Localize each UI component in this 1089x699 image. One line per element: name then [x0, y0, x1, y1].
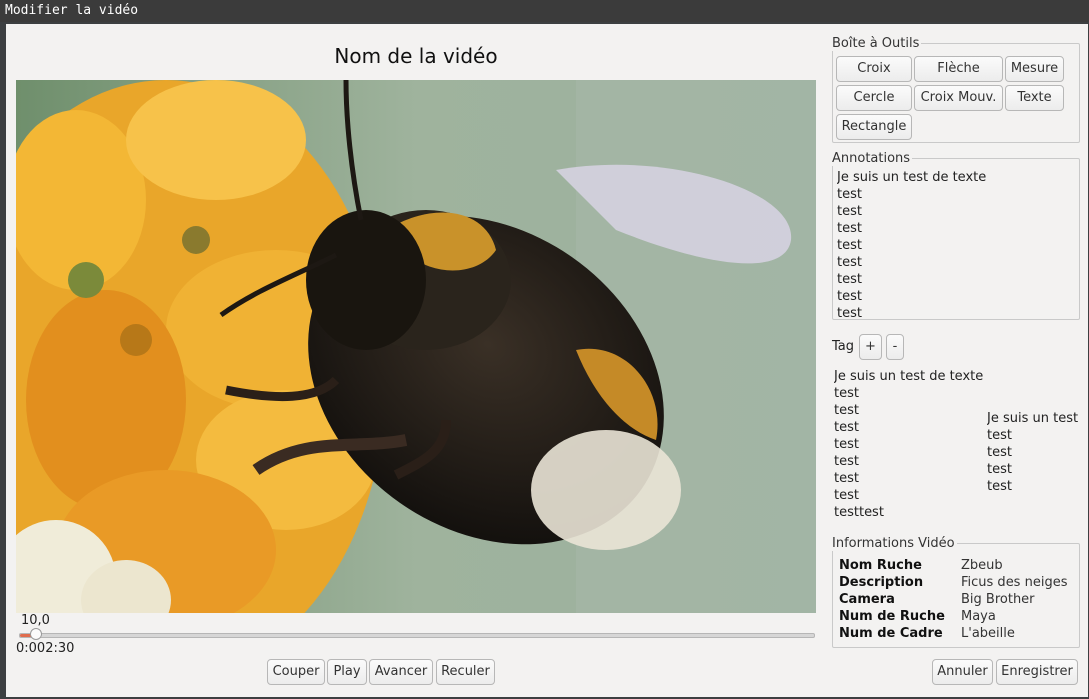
tool-moving-cross-button[interactable]: Croix Mouv.: [914, 85, 1003, 111]
tag-item[interactable]: test: [834, 487, 984, 504]
annotation-item[interactable]: test: [837, 186, 1077, 203]
back-button[interactable]: Reculer: [436, 659, 495, 685]
tag-item[interactable]: test: [834, 385, 984, 402]
tool-measure-button[interactable]: Mesure: [1005, 56, 1064, 82]
info-key: Camera: [839, 592, 895, 607]
tag-item[interactable]: test: [834, 436, 984, 453]
info-value: Ficus des neiges: [961, 575, 1068, 590]
annotation-item[interactable]: test: [837, 220, 1077, 237]
slider-handle[interactable]: [29, 628, 42, 640]
slider-value-label: 10,0: [21, 613, 50, 628]
tag-item[interactable]: test: [987, 478, 1085, 495]
annotation-item[interactable]: test: [837, 305, 1077, 319]
tool-cross-button[interactable]: Croix: [836, 56, 912, 82]
tag-item[interactable]: test: [834, 470, 984, 487]
info-key: Description: [839, 575, 924, 590]
info-value: Zbeub: [961, 558, 1003, 573]
bee-on-flower-image: [16, 80, 816, 613]
tag-item[interactable]: Je suis un test de texte: [834, 368, 984, 385]
tag-item[interactable]: test: [834, 419, 984, 436]
annotations-title: Annotations: [832, 151, 913, 166]
tag-list-left[interactable]: Je suis un test de texte test test test …: [834, 368, 984, 517]
annotation-item[interactable]: test: [837, 237, 1077, 254]
annotation-item[interactable]: test: [837, 288, 1077, 305]
edit-video-window: Nom de la vidéo 10,0 0:002:30 Couper Pla…: [6, 24, 1088, 697]
annotation-item[interactable]: Je suis un test de texte: [837, 169, 1077, 186]
video-frame[interactable]: [16, 80, 816, 613]
annotations-list[interactable]: Je suis un test de texte test test test …: [837, 169, 1077, 319]
forward-button[interactable]: Avancer: [369, 659, 433, 685]
tag-item[interactable]: testtest: [834, 504, 984, 517]
time-label: 0:002:30: [16, 641, 75, 656]
info-key: Nom Ruche: [839, 558, 922, 573]
play-button[interactable]: Play: [327, 659, 367, 685]
tag-item[interactable]: test: [987, 461, 1085, 478]
annotation-item[interactable]: test: [837, 271, 1077, 288]
tag-label: Tag: [832, 339, 855, 354]
tag-list-right[interactable]: Je suis un test test test test test: [987, 410, 1085, 500]
remove-tag-button[interactable]: -: [886, 334, 904, 360]
tool-rectangle-button[interactable]: Rectangle: [836, 114, 912, 140]
save-button[interactable]: Enregistrer: [996, 659, 1078, 685]
tool-circle-button[interactable]: Cercle: [836, 85, 912, 111]
tag-item[interactable]: test: [834, 453, 984, 470]
cut-button[interactable]: Couper: [267, 659, 325, 685]
window-title: Modifier la vidéo: [0, 0, 1089, 22]
tag-item[interactable]: test: [987, 444, 1085, 461]
tag-item[interactable]: test: [987, 427, 1085, 444]
tag-item[interactable]: test: [834, 402, 984, 419]
video-info-panel: Informations Vidéo Nom Ruche Zbeub Descr…: [832, 536, 1080, 648]
video-info-title: Informations Vidéo: [832, 536, 957, 551]
cancel-button[interactable]: Annuler: [932, 659, 993, 685]
info-value: Maya: [961, 609, 996, 624]
tag-item[interactable]: Je suis un test: [987, 410, 1085, 427]
annotation-item[interactable]: test: [837, 254, 1077, 271]
info-key: Num de Cadre: [839, 626, 943, 641]
info-value: Big Brother: [961, 592, 1035, 607]
annotation-item[interactable]: test: [837, 203, 1077, 220]
video-position-slider[interactable]: [19, 628, 815, 640]
add-tag-button[interactable]: +: [859, 334, 882, 360]
toolbox-title: Boîte à Outils: [832, 36, 922, 51]
tool-arrow-button[interactable]: Flèche: [914, 56, 1003, 82]
toolbox-panel: Boîte à Outils Croix Flèche Mesure Cercl…: [832, 36, 1080, 143]
tool-text-button[interactable]: Texte: [1005, 85, 1064, 111]
info-key: Num de Ruche: [839, 609, 945, 624]
info-value: L'abeille: [961, 626, 1015, 641]
annotations-panel: Annotations Je suis un test de texte tes…: [832, 151, 1080, 320]
video-title: Nom de la vidéo: [334, 44, 498, 68]
